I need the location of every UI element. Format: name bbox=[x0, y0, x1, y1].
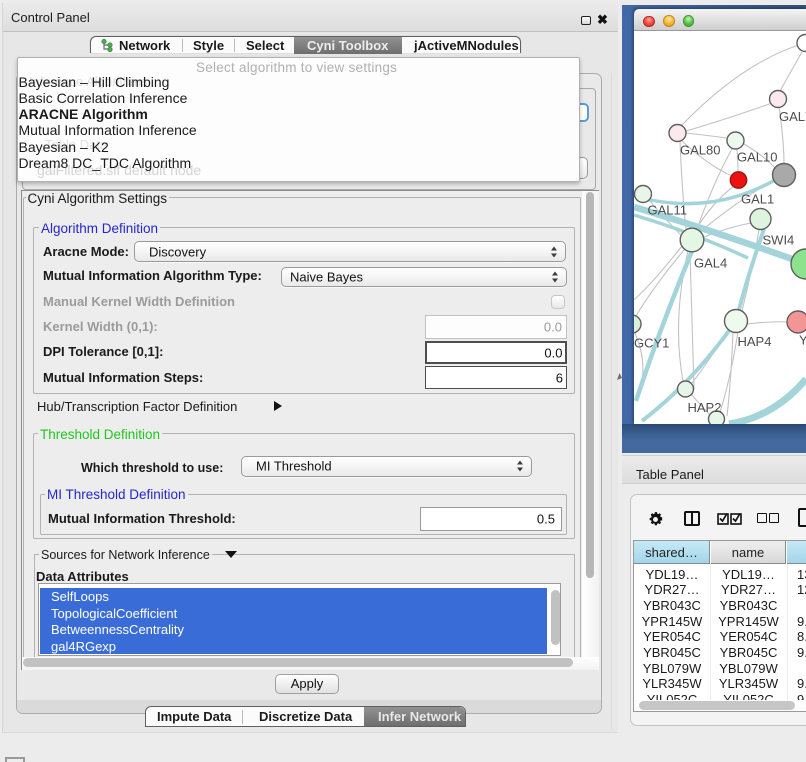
svg-text:HAP2: HAP2 bbox=[688, 400, 722, 415]
svg-text:GAL4: GAL4 bbox=[694, 256, 727, 271]
svg-text:GAL10: GAL10 bbox=[737, 150, 777, 165]
svg-text:HAP4: HAP4 bbox=[738, 334, 772, 349]
svg-text:GCY1: GCY1 bbox=[634, 336, 669, 351]
svg-text:GAL1: GAL1 bbox=[741, 192, 774, 207]
svg-text:YJ: YJ bbox=[799, 333, 806, 348]
svg-text:GAL7: GAL7 bbox=[779, 109, 806, 124]
svg-text:SWI4: SWI4 bbox=[763, 233, 795, 248]
svg-text:GAL11: GAL11 bbox=[648, 203, 688, 218]
svg-text:GAL80: GAL80 bbox=[680, 143, 720, 158]
